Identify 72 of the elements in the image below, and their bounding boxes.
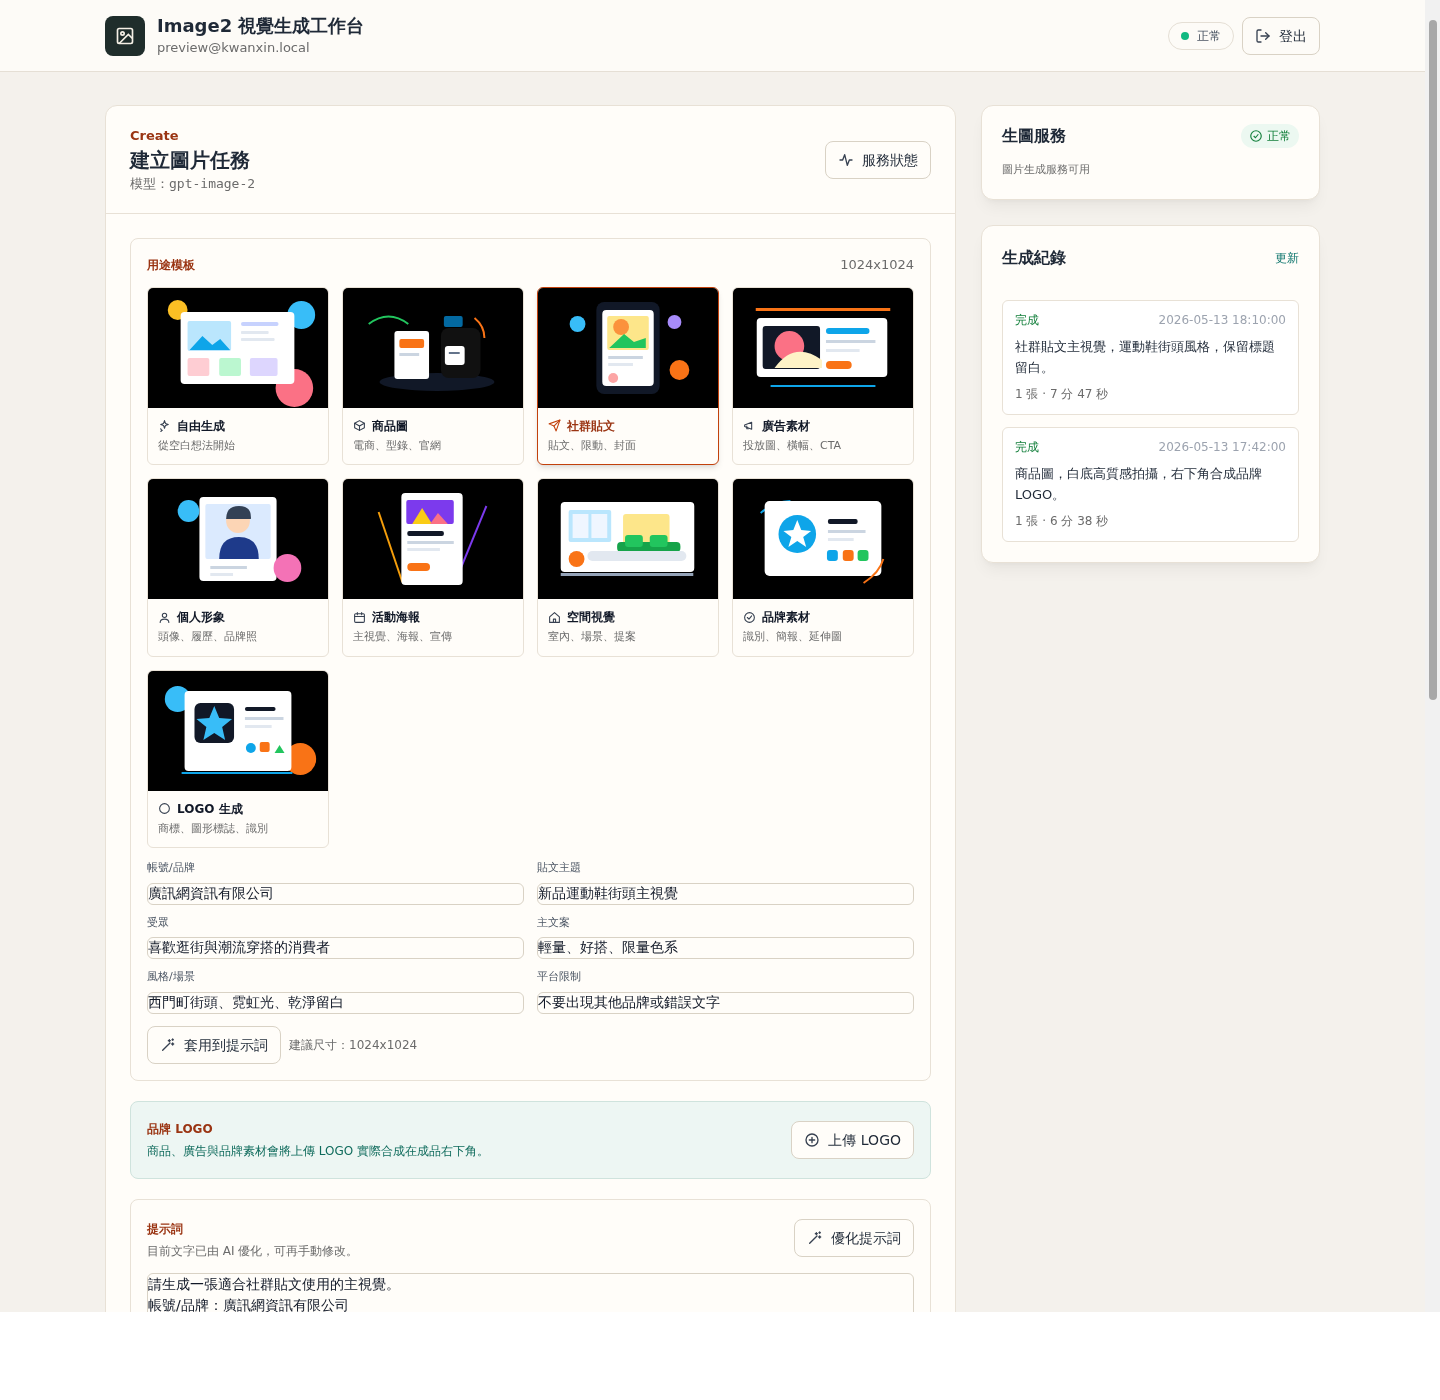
home-icon (548, 610, 561, 624)
panel-title: 用途模板 (147, 256, 195, 273)
section-eyebrow: Create (130, 127, 180, 145)
suggested-size-text: 建議尺寸：1024x1024 (289, 1036, 418, 1053)
template-card[interactable]: 個人形象 頭像、履歷、品牌照 (147, 478, 329, 657)
panel-description: 商品、廣告與品牌素材會將上傳 LOGO 實際合成在成品右下角。 (147, 1142, 490, 1159)
input-field[interactable]: 廣訊網資訊有限公司 (147, 882, 524, 905)
cube-icon (353, 419, 366, 432)
send-icon (548, 419, 561, 432)
check-circle-icon (1249, 129, 1263, 143)
template-card[interactable]: LOGO 生成 商標、圖形標誌、識別 (147, 669, 329, 848)
optimize-prompt-button[interactable]: 優化提示詞 (794, 1218, 914, 1257)
panel-title: 提示詞 (147, 1220, 184, 1237)
app-title: Image2 視覺生成工作台 (157, 13, 365, 38)
input-field[interactable]: 輕量、好搭、限量色系 (537, 937, 914, 959)
field-label: 主文案 (537, 914, 571, 931)
service-status-button[interactable]: 服務狀態 (825, 140, 931, 179)
circle-icon (158, 802, 171, 815)
model-label: 模型：gpt-image-2 (130, 174, 256, 193)
card-title: 生成紀錄 (1002, 246, 1066, 269)
timestamp: 2026-05-13 17:42:00 (1158, 438, 1286, 455)
template-card[interactable]: 活動海報 主視覺、海報、宣傳 (342, 478, 524, 657)
field-label: 風格/場景 (147, 969, 196, 985)
scrollbar[interactable] (1425, 0, 1440, 1312)
page-title: 建立圖片任務 (130, 146, 251, 174)
history-item[interactable]: 完成 2026-05-13 18:10:00 社群貼文主視覺，運動鞋街頭風格，保留標題留白。 1 張 · 7 分 47 秒 (1002, 299, 1299, 415)
template-card[interactable]: 商品圖 電商、型錄、官網 (342, 286, 524, 465)
magic-wand-icon (807, 1229, 823, 1246)
card-description: 圖片生成服務可用 (1002, 162, 1091, 178)
calendar-icon (353, 610, 366, 624)
magic-wand-icon (160, 1036, 176, 1053)
status-text: 完成 (1015, 311, 1039, 328)
field-label: 平台限制 (537, 969, 582, 985)
check-circle-icon (743, 610, 756, 624)
field-label: 帳號/品牌 (147, 860, 196, 876)
input-field[interactable]: 不要出現其他品牌或錯誤文字 (537, 991, 914, 1014)
template-card[interactable]: 自由生成 從空白想法開始 (147, 286, 329, 465)
sparkles-icon (158, 419, 171, 432)
apply-to-prompt-button[interactable]: 套用到提示詞 (147, 1025, 281, 1064)
activity-icon (838, 151, 854, 168)
template-card[interactable]: 社群貼文 貼文、限動、封面 (537, 286, 719, 465)
status-badge: 正常 (1241, 124, 1299, 148)
template-card[interactable]: 廣告素材 投放圖、橫幅、CTA (732, 286, 914, 465)
history-description: 社群貼文主視覺，運動鞋街頭風格，保留標題留白。 (1015, 337, 1276, 377)
field-label: 貼文主題 (537, 860, 582, 876)
history-meta: 1 張 · 7 分 47 秒 (1015, 385, 1110, 402)
user-icon (158, 610, 171, 624)
input-field[interactable]: 新品運動鞋街頭主視覺 (537, 882, 914, 905)
template-card[interactable]: 空間視覺 室內、場景、提案 (537, 478, 719, 657)
input-field[interactable]: 西門町街頭、霓虹光、乾淨留白 (147, 991, 524, 1014)
upload-logo-button[interactable]: 上傳 LOGO (791, 1120, 914, 1159)
input-field[interactable]: 喜歡逛街與潮流穿搭的消費者 (147, 937, 524, 959)
status-text: 完成 (1015, 438, 1039, 455)
prompt-line: 帳號/品牌：廣訊網資訊有限公司 (148, 1295, 349, 1312)
prompt-textarea[interactable]: 請生成一張適合社群貼文使用的主視覺。 帳號/品牌：廣訊網資訊有限公司 (147, 1272, 914, 1312)
plus-circle-icon (804, 1131, 821, 1148)
panel-description: 目前文字已由 AI 優化，可再手動修改。 (147, 1242, 359, 1259)
size-label: 1024x1024 (840, 256, 914, 274)
refresh-link[interactable]: 更新 (1275, 249, 1299, 266)
panel-title: 品牌 LOGO (147, 1120, 214, 1137)
timestamp: 2026-05-13 18:10:00 (1158, 311, 1286, 328)
template-card[interactable]: 品牌素材 識別、簡報、延伸圖 (732, 478, 914, 657)
app-logo-icon (105, 15, 145, 56)
logout-button[interactable]: 登出 (1242, 16, 1320, 55)
card-title: 生圖服務 (1002, 125, 1066, 147)
prompt-line: 請生成一張適合社群貼文使用的主視覺。 (148, 1274, 400, 1294)
history-meta: 1 張 · 6 分 38 秒 (1015, 512, 1110, 529)
history-item[interactable]: 完成 2026-05-13 17:42:00 商品圖，白底高質感拍攝，右下角合成品牌 LOGO。 1 張 · 6 分 38 秒 (1002, 426, 1299, 542)
user-email: preview@kwanxin.local (157, 38, 311, 57)
history-description: 商品圖，白底高質感拍攝，右下角合成品牌 LOGO。 (1015, 464, 1263, 504)
field-label: 受眾 (147, 914, 170, 931)
logout-icon (1255, 27, 1271, 44)
